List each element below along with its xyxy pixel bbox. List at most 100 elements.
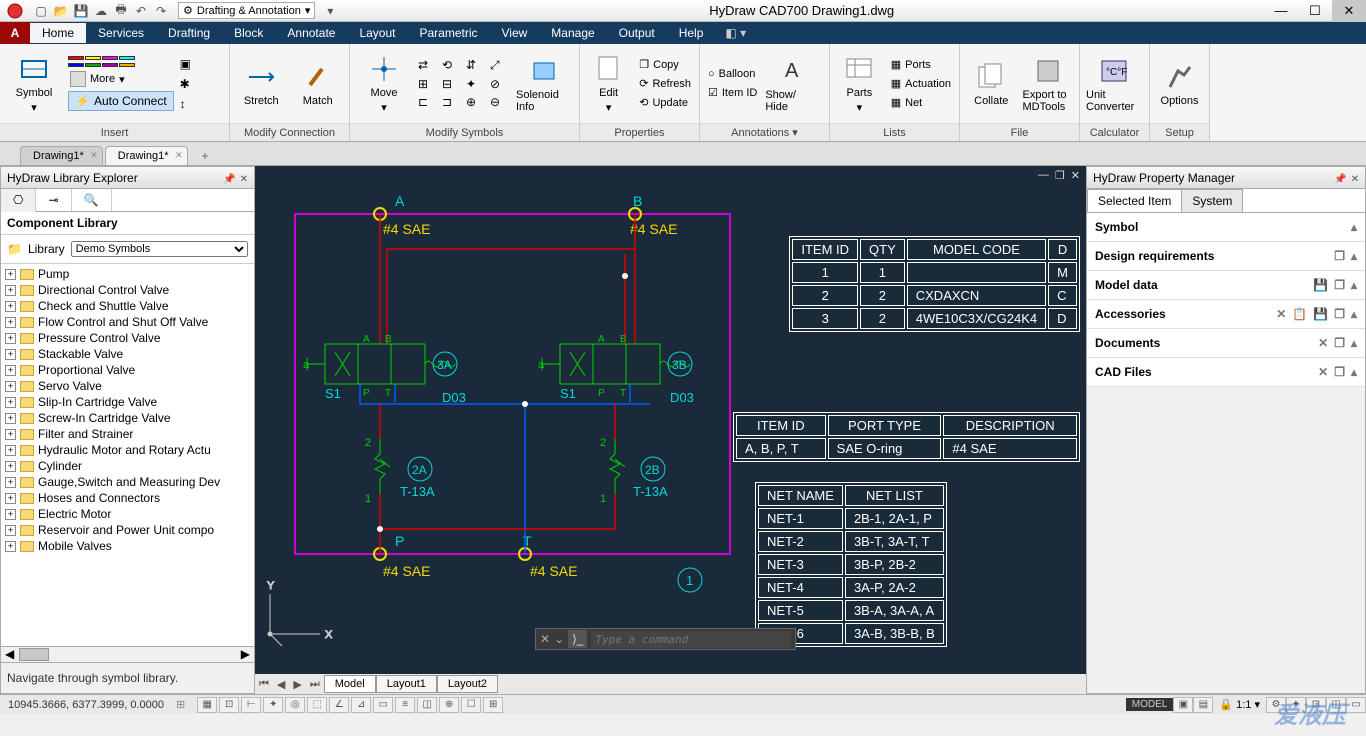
parts-button[interactable]: Parts▾	[836, 53, 883, 114]
tree-item[interactable]: +Hydraulic Motor and Rotary Actu	[5, 442, 250, 458]
tab-output[interactable]: Output	[607, 23, 667, 43]
tree-item[interactable]: +Pressure Control Valve	[5, 330, 250, 346]
copy-button[interactable]: ❐Copy	[637, 57, 693, 72]
doc-tab[interactable]: Drawing1*✕	[105, 146, 188, 165]
tree-item[interactable]: +Pump	[5, 266, 250, 282]
rotate-icon[interactable]: ⟲	[442, 58, 462, 73]
close-icon[interactable]: ✕	[175, 150, 183, 161]
array-icon[interactable]: ⊟	[442, 77, 462, 91]
refresh-button[interactable]: ⟳Refresh	[637, 76, 693, 91]
expand-icon[interactable]: +	[5, 429, 16, 440]
status-osnap-icon[interactable]: ◎	[285, 697, 305, 713]
app-menu-icon[interactable]	[0, 0, 30, 22]
join-icon[interactable]: ⊕	[466, 95, 486, 109]
delete-icon[interactable]: ✕	[1318, 365, 1328, 379]
command-input[interactable]	[591, 631, 791, 648]
scale-label[interactable]: 1:1	[1236, 699, 1251, 711]
tree-item[interactable]: +Screw-In Cartridge Valve	[5, 410, 250, 426]
collapse-icon[interactable]: ▴	[1351, 220, 1357, 234]
maximize-button[interactable]: ☐	[1298, 0, 1332, 22]
pm-section-design[interactable]: Design requirements❐▴	[1087, 242, 1365, 271]
qat-undo-icon[interactable]: ↶	[132, 2, 150, 20]
close-icon[interactable]: ✕	[240, 174, 248, 185]
expand-icon[interactable]: +	[5, 445, 16, 456]
status-tpy-icon[interactable]: ◫	[417, 697, 437, 713]
expand-icon[interactable]: +	[5, 509, 16, 520]
offset-icon[interactable]: ⊖	[490, 95, 510, 109]
next-icon[interactable]: ▶	[289, 676, 305, 693]
tree-item[interactable]: +Directional Control Valve	[5, 282, 250, 298]
pin-icon[interactable]: 📌	[1334, 174, 1346, 185]
paste-icon[interactable]: 📋	[1292, 307, 1307, 321]
unit-converter-button[interactable]: °C°FUnit Converter	[1086, 55, 1142, 113]
tree-item[interactable]: +Proportional Valve	[5, 362, 250, 378]
canvas-restore-icon[interactable]: ❐	[1055, 169, 1065, 182]
add-tab-button[interactable]: +	[196, 147, 215, 165]
expand-icon[interactable]: +	[5, 477, 16, 488]
model-space-button[interactable]: MODEL	[1126, 698, 1174, 711]
copy-icon[interactable]: ❐	[1334, 307, 1345, 321]
expand-icon[interactable]: +	[5, 397, 16, 408]
symbol-button[interactable]: Symbol ▾	[6, 53, 62, 114]
expand-icon[interactable]: +	[5, 541, 16, 552]
lib-tab-zoom[interactable]: 🔍	[72, 189, 112, 211]
tree-item[interactable]: +Slip-In Cartridge Valve	[5, 394, 250, 410]
canvas-close-icon[interactable]: ✕	[1071, 169, 1080, 182]
collapse-icon[interactable]: ▴	[1351, 336, 1357, 350]
pin-icon[interactable]: 📌	[223, 174, 235, 185]
lib-tab-search[interactable]: ⊸	[36, 189, 71, 211]
h-scrollbar[interactable]: ◀▶	[1, 646, 254, 662]
first-icon[interactable]: ⏮	[255, 676, 273, 693]
tree-item[interactable]: +Gauge,Switch and Measuring Dev	[5, 474, 250, 490]
close-button[interactable]: ✕	[1332, 0, 1366, 22]
status-lwt-icon[interactable]: ≡	[395, 697, 415, 713]
more-button[interactable]: More ▾	[68, 70, 174, 88]
tree-item[interactable]: +Servo Valve	[5, 378, 250, 394]
tree-item[interactable]: +Electric Motor	[5, 506, 250, 522]
status-sc-icon[interactable]: ☐	[461, 697, 481, 713]
move-button[interactable]: Move▾	[356, 53, 412, 114]
expand-icon[interactable]: +	[5, 365, 16, 376]
tree-item[interactable]: +Mobile Valves	[5, 538, 250, 554]
copy-icon[interactable]: ❐	[1334, 336, 1345, 350]
trim-icon[interactable]: ⊏	[418, 95, 438, 109]
tab-drafting[interactable]: Drafting	[156, 23, 222, 43]
status-am-icon[interactable]: ⊞	[483, 697, 503, 713]
stretch-button[interactable]: Stretch	[236, 61, 287, 107]
tab-layout[interactable]: Layout	[347, 23, 407, 43]
align-icon[interactable]: ⊞	[418, 77, 438, 91]
status-layout-icon[interactable]: ▣	[1173, 697, 1193, 713]
net-button[interactable]: ▦Net	[889, 95, 953, 110]
collapse-icon[interactable]: ▴	[1351, 365, 1357, 379]
cmd-close-icon[interactable]: ✕	[540, 632, 550, 646]
expand-icon[interactable]: +	[5, 333, 16, 344]
close-icon[interactable]: ✕	[90, 150, 98, 161]
flip-icon[interactable]: ⇵	[466, 58, 486, 73]
collate-button[interactable]: Collate	[966, 61, 1017, 107]
tab-help[interactable]: Help	[667, 23, 716, 43]
last-icon[interactable]: ⏭	[306, 676, 324, 693]
status-ortho-icon[interactable]: ⊢	[241, 697, 261, 713]
tab-block[interactable]: Block	[222, 23, 275, 43]
insert-icon-1[interactable]: ▣	[180, 57, 191, 71]
options-button[interactable]: Options	[1156, 61, 1203, 107]
tree-item[interactable]: +Check and Shuttle Valve	[5, 298, 250, 314]
tree-item[interactable]: +Filter and Strainer	[5, 426, 250, 442]
autodesk-icon[interactable]: A	[0, 22, 30, 44]
status-ducs-icon[interactable]: ⊿	[351, 697, 371, 713]
save-icon[interactable]: 💾	[1313, 278, 1328, 292]
qat-saveas-icon[interactable]: ☁	[92, 2, 110, 20]
close-icon[interactable]: ✕	[1351, 174, 1359, 185]
qat-print-icon[interactable]: 🖶	[112, 2, 130, 20]
insert-icon-3[interactable]: ↕	[180, 97, 191, 111]
library-dropdown[interactable]: Demo Symbols	[71, 241, 248, 257]
match-button[interactable]: Match	[293, 61, 344, 107]
status-otrack-icon[interactable]: ∠	[329, 697, 349, 713]
lib-tab-component[interactable]: ⎔	[1, 189, 36, 212]
tab-services[interactable]: Services	[86, 23, 156, 43]
ports-button[interactable]: ▦Ports	[889, 57, 953, 72]
mirror-h-icon[interactable]: ⇄	[418, 58, 438, 73]
expand-icon[interactable]: +	[5, 413, 16, 424]
tree-item[interactable]: +Cylinder	[5, 458, 250, 474]
tab-parametric[interactable]: Parametric	[407, 23, 489, 43]
